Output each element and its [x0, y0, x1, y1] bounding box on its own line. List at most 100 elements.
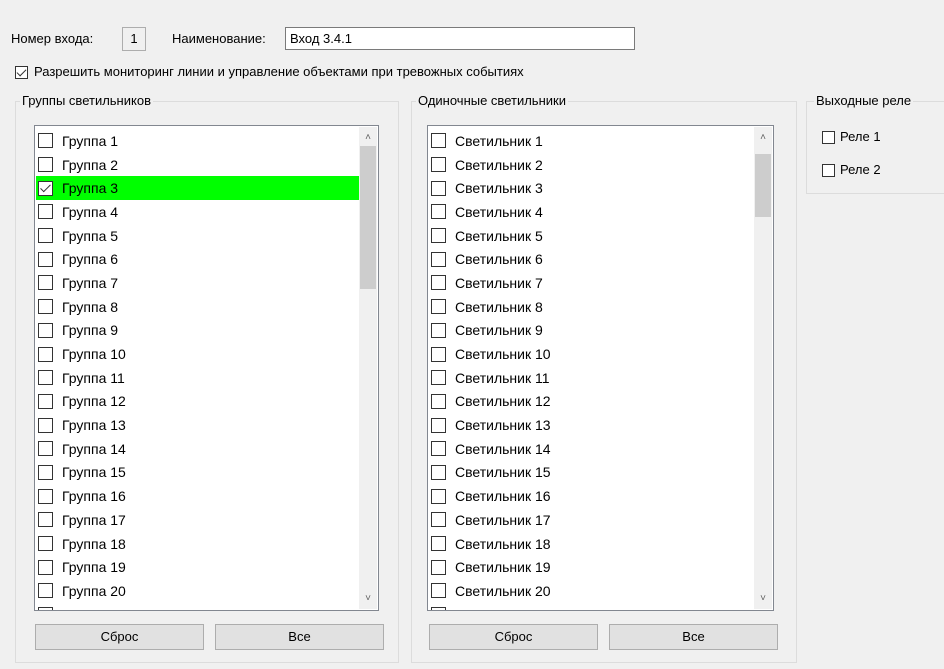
list-item[interactable]: Светильник 16 [429, 484, 755, 508]
relay-2[interactable]: Реле 2 [822, 162, 881, 178]
singles-scroll-thumb[interactable] [755, 154, 771, 217]
list-item[interactable]: Светильник 3 [429, 176, 755, 200]
list-item[interactable]: Светильник 11 [429, 366, 755, 390]
item-checkbox[interactable] [431, 441, 446, 457]
item-checkbox[interactable] [431, 251, 446, 267]
list-item[interactable]: Группа 20 [36, 579, 360, 603]
item-checkbox[interactable] [38, 133, 53, 149]
list-item[interactable]: Светильник 8 [429, 295, 755, 319]
item-checkbox[interactable] [431, 370, 446, 386]
list-item[interactable]: Группа 1 [36, 129, 360, 153]
item-checkbox[interactable] [38, 512, 53, 528]
list-item[interactable]: Группа 15 [36, 461, 360, 485]
item-checkbox[interactable] [431, 607, 446, 610]
singles-listbox[interactable]: Светильник 1 Светильник 2 Светильник 3 Свет… [427, 125, 774, 611]
monitoring-checkbox-row[interactable]: Разрешить мониторинг линии и управление … [15, 64, 524, 80]
item-checkbox[interactable] [38, 251, 53, 267]
list-item[interactable]: Группа 17 [36, 508, 360, 532]
item-checkbox[interactable] [38, 559, 53, 575]
list-item[interactable]: Светильник 15 [429, 461, 755, 485]
singles-reset-button[interactable]: Сброс [429, 624, 598, 650]
input-number-field[interactable]: 1 [122, 27, 146, 51]
relay-1[interactable]: Реле 1 [822, 129, 881, 145]
chevron-down-icon[interactable]: ˅ [359, 590, 377, 607]
list-item[interactable]: Светильник 21 [429, 603, 755, 610]
list-item[interactable]: Группа 12 [36, 390, 360, 414]
list-item[interactable]: Группа 13 [36, 413, 360, 437]
list-item[interactable]: Группа 11 [36, 366, 360, 390]
list-item[interactable]: Светильник 4 [429, 200, 755, 224]
item-checkbox[interactable] [431, 346, 446, 362]
list-item[interactable]: Светильник 7 [429, 271, 755, 295]
list-item[interactable]: Светильник 14 [429, 437, 755, 461]
list-item[interactable]: Группа 3 [36, 176, 360, 201]
groups-reset-button[interactable]: Сброс [35, 624, 204, 650]
list-item[interactable]: Группа 5 [36, 224, 360, 248]
item-checkbox[interactable] [38, 275, 53, 291]
item-checkbox[interactable] [38, 488, 53, 504]
item-checkbox[interactable] [431, 536, 446, 552]
list-item[interactable]: Группа 16 [36, 484, 360, 508]
groups-listbox[interactable]: Группа 1 Группа 2 Группа 3 Группа 4 Группа 5… [34, 125, 379, 611]
chevron-up-icon[interactable]: ˄ [359, 129, 377, 146]
monitoring-checkbox[interactable] [15, 65, 28, 79]
item-checkbox[interactable] [38, 583, 53, 599]
item-checkbox[interactable] [38, 157, 53, 173]
list-item[interactable]: Группа 10 [36, 342, 360, 366]
relay-1-checkbox[interactable] [822, 130, 835, 144]
list-item[interactable]: Светильник 10 [429, 342, 755, 366]
item-checkbox[interactable] [38, 393, 53, 409]
singles-scrollbar[interactable]: ˄ ˅ [754, 127, 772, 609]
chevron-down-icon[interactable]: ˅ [754, 590, 772, 607]
item-checkbox[interactable] [431, 464, 446, 480]
item-checkbox[interactable] [38, 346, 53, 362]
item-checkbox[interactable] [431, 488, 446, 504]
list-item[interactable]: Группа 18 [36, 532, 360, 556]
list-item[interactable]: Группа 14 [36, 437, 360, 461]
item-checkbox[interactable] [431, 275, 446, 291]
item-checkbox[interactable] [431, 299, 446, 315]
list-item[interactable]: Светильник 19 [429, 555, 755, 579]
list-item[interactable]: Группа 2 [36, 153, 360, 177]
item-checkbox[interactable] [431, 157, 446, 173]
item-checkbox[interactable] [431, 228, 446, 244]
item-checkbox[interactable] [431, 180, 446, 196]
item-checkbox[interactable] [431, 393, 446, 409]
groups-scrollbar[interactable]: ˄ ˅ [359, 127, 377, 609]
name-input[interactable]: Вход 3.4.1 [285, 27, 635, 50]
item-checkbox[interactable] [38, 417, 53, 433]
list-item[interactable]: Светильник 6 [429, 247, 755, 271]
item-checkbox[interactable] [38, 464, 53, 480]
list-item[interactable]: Группа 19 [36, 555, 360, 579]
list-item[interactable]: Светильник 12 [429, 390, 755, 414]
chevron-up-icon[interactable]: ˄ [754, 129, 772, 146]
list-item[interactable]: Светильник 2 [429, 153, 755, 177]
list-item[interactable]: Группа 8 [36, 295, 360, 319]
list-item[interactable]: Группа 21 [36, 603, 360, 610]
item-checkbox[interactable] [431, 322, 446, 338]
list-item[interactable]: Светильник 5 [429, 224, 755, 248]
list-item[interactable]: Светильник 17 [429, 508, 755, 532]
item-checkbox[interactable] [431, 204, 446, 220]
item-checkbox[interactable] [38, 228, 53, 244]
item-checkbox[interactable] [38, 536, 53, 552]
item-checkbox[interactable] [431, 133, 446, 149]
list-item[interactable]: Светильник 9 [429, 319, 755, 343]
groups-all-button[interactable]: Все [215, 624, 384, 650]
list-item[interactable]: Светильник 20 [429, 579, 755, 603]
item-checkbox[interactable] [431, 559, 446, 575]
item-checkbox[interactable] [38, 607, 53, 610]
item-checkbox[interactable] [431, 417, 446, 433]
list-item[interactable]: Группа 9 [36, 319, 360, 343]
list-item[interactable]: Светильник 18 [429, 532, 755, 556]
item-checkbox[interactable] [38, 441, 53, 457]
groups-scroll-thumb[interactable] [360, 146, 376, 289]
item-checkbox[interactable] [38, 370, 53, 386]
list-item[interactable]: Группа 6 [36, 247, 360, 271]
list-item[interactable]: Группа 7 [36, 271, 360, 295]
item-checkbox[interactable] [431, 512, 446, 528]
singles-all-button[interactable]: Все [609, 624, 778, 650]
item-checkbox[interactable] [38, 299, 53, 315]
item-checkbox[interactable] [38, 204, 53, 220]
item-checkbox[interactable] [38, 322, 53, 338]
